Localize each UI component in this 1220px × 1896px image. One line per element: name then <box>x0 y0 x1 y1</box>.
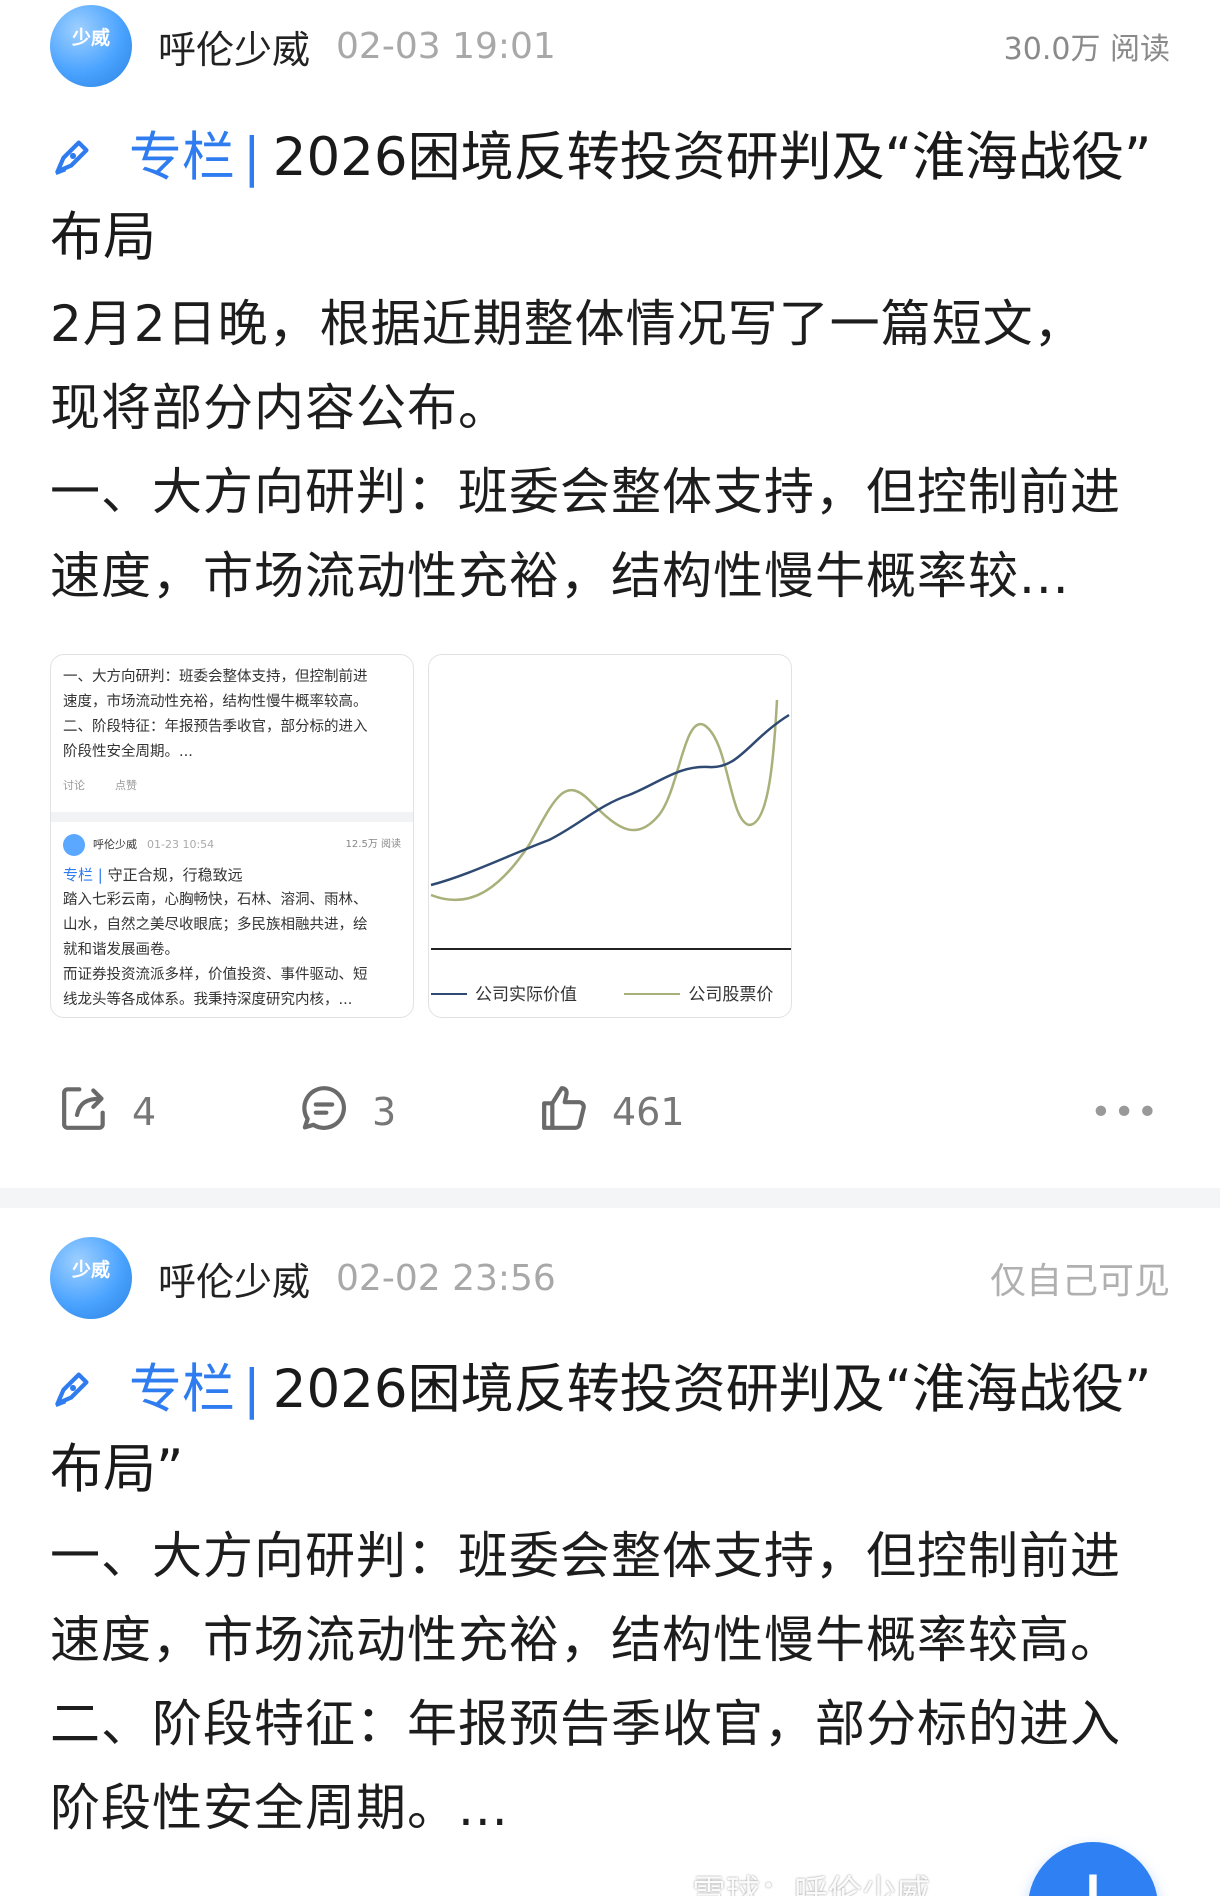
thumb-line: 速度，市场流动性充裕，结构性慢牛概率较高。 <box>63 694 368 710</box>
thumb-line: 二、阶段特征：年报预告季收官，部分标的进入 <box>63 719 368 735</box>
mini-body-line: 就和谐发展画卷。 <box>63 942 179 958</box>
column-tag[interactable]: 专栏 <box>129 1359 235 1420</box>
post-body[interactable]: 一、大方向研判：班委会整体支持，但控制前进 速度，市场流动性充裕，结构性慢牛概率… <box>50 1514 1170 1850</box>
watermark: 雪球：呼伦少威 <box>692 1873 930 1896</box>
visibility-status: 仅自己可见 <box>989 1261 1170 1302</box>
mini-views: 12.5万 阅读 <box>345 839 401 850</box>
post-title[interactable]: 专栏 | 2026困境反转投资研判及“淮海战役” 布局 <box>50 118 1170 278</box>
title-text-line2: 布局 <box>50 207 156 268</box>
mini-tag: 专栏 <box>63 866 94 884</box>
legend-swatch-value <box>431 993 467 995</box>
post-header: 少威 呼伦少威 02-02 23:56 仅自己可见 <box>0 1232 1220 1324</box>
comment-button[interactable]: 3 <box>296 1080 536 1145</box>
title-text: 2026困境反转投资研判及“淮海战役” <box>272 127 1152 188</box>
comment-icon <box>296 1080 372 1145</box>
post-time: 02-02 23:56 <box>336 1257 556 1299</box>
tag-separator: | <box>242 1359 261 1420</box>
legend-value: 公司实际价值 <box>475 985 577 1005</box>
tag-separator: | <box>242 127 261 188</box>
post-actions: 4 3 461 ••• <box>50 1082 1170 1142</box>
avatar[interactable]: 少威 <box>50 1237 132 1319</box>
share-icon <box>56 1080 132 1145</box>
body-line: 一、大方向研判：班委会整体支持，但控制前进 <box>50 463 1121 521</box>
mini-actions: 讨论 点赞 <box>63 773 401 798</box>
body-line: 一、大方向研判：班委会整体支持，但控制前进 <box>50 1527 1121 1585</box>
post-header: 少威 呼伦少威 02-03 19:01 30.0万 阅读 <box>0 0 1220 92</box>
mini-header: 呼伦少威 01-23 10:54 12.5万 阅读 <box>63 832 401 857</box>
mini-title: 专栏 | 守正合规，行稳致远 <box>63 866 243 884</box>
thumb-line: 阶段性安全周期。... <box>63 744 193 760</box>
author-name[interactable]: 呼伦少威 <box>158 19 310 74</box>
like-button[interactable]: 461 <box>536 1080 836 1145</box>
body-line: 阶段性安全周期。... <box>50 1779 509 1837</box>
thumbs-up-icon <box>536 1080 612 1145</box>
legend-swatch-price <box>624 993 681 995</box>
price-line <box>430 699 779 902</box>
like-count: 461 <box>612 1090 685 1134</box>
mini-like: 点赞 <box>115 779 137 792</box>
mini-body-line: 线龙头等各成体系。我秉持深度研究内核，... <box>63 992 353 1008</box>
value-price-chart <box>430 699 791 950</box>
title-text-line2: 布局” <box>50 1439 184 1500</box>
mini-avatar <box>63 833 85 856</box>
mini-discuss: 讨论 <box>63 779 85 792</box>
comment-count: 3 <box>372 1090 397 1134</box>
author-name[interactable]: 呼伦少威 <box>158 1251 310 1306</box>
legend-price: 公司股票价 <box>688 985 774 1005</box>
post-body[interactable]: 2月2日晚，根据近期整体情况写了一篇短文， 现将部分内容公布。 一、大方向研判：… <box>50 282 1170 618</box>
body-line: 二、阶段特征：年报预告季收官，部分标的进入 <box>50 1695 1121 1753</box>
compose-fab-button[interactable]: + <box>1028 1842 1158 1896</box>
mini-divider <box>51 812 413 822</box>
chart-legend: 公司实际价值 公司股票价 <box>429 980 791 1005</box>
mini-author: 呼伦少威 <box>93 838 137 851</box>
post-title[interactable]: 专栏 | 2026困境反转投资研判及“淮海战役” 布局” <box>50 1350 1170 1510</box>
mini-body-line: 而证券投资流派多样，价值投资、事件驱动、短 <box>63 967 368 983</box>
post-separator <box>0 1188 1220 1208</box>
body-line: 速度，市场流动性充裕，结构性慢牛概率较... <box>50 547 1070 605</box>
mini-body-line: 踏入七彩云南，心胸畅快，石林、溶洞、雨林、 <box>63 892 368 908</box>
column-pen-icon <box>50 127 129 188</box>
more-options-icon[interactable]: ••• <box>1090 1092 1160 1133</box>
thumbnail-chart[interactable]: 公司实际价值 公司股票价 <box>428 654 792 1018</box>
image-thumbnails: 一、大方向研判：班委会整体支持，但控制前进 速度，市场流动性充裕，结构性慢牛概率… <box>50 654 1170 1018</box>
post-card-2[interactable]: 少威 呼伦少威 02-02 23:56 仅自己可见 专栏 | 2026困境反转投资研… <box>0 1232 1220 1896</box>
read-count: 30.0万 阅读 <box>1003 32 1170 67</box>
column-pen-icon <box>50 1359 129 1420</box>
body-line: 现将部分内容公布。 <box>50 379 509 437</box>
share-button[interactable]: 4 <box>56 1080 296 1145</box>
post-card-1[interactable]: 少威 呼伦少威 02-03 19:01 30.0万 阅读 专栏 | 2026困境反转… <box>0 0 1220 1142</box>
share-count: 4 <box>132 1090 157 1134</box>
avatar[interactable]: 少威 <box>50 5 132 87</box>
column-tag[interactable]: 专栏 <box>129 127 235 188</box>
thumb-line: 一、大方向研判：班委会整体支持，但控制前进 <box>63 669 368 685</box>
mini-time: 01-23 10:54 <box>147 838 215 851</box>
thumbnail-screenshot[interactable]: 一、大方向研判：班委会整体支持，但控制前进 速度，市场流动性充裕，结构性慢牛概率… <box>50 654 414 1018</box>
post-time: 02-03 19:01 <box>336 25 556 67</box>
body-line: 2月2日晚，根据近期整体情况写了一篇短文， <box>50 295 1085 353</box>
body-line: 速度，市场流动性充裕，结构性慢牛概率较高。 <box>50 1611 1121 1669</box>
title-text: 2026困境反转投资研判及“淮海战役” <box>272 1359 1152 1420</box>
mini-title-text: 守正合规，行稳致远 <box>107 866 243 884</box>
mini-body-line: 山水，自然之美尽收眼底；多民族相融共进，绘 <box>63 917 368 933</box>
